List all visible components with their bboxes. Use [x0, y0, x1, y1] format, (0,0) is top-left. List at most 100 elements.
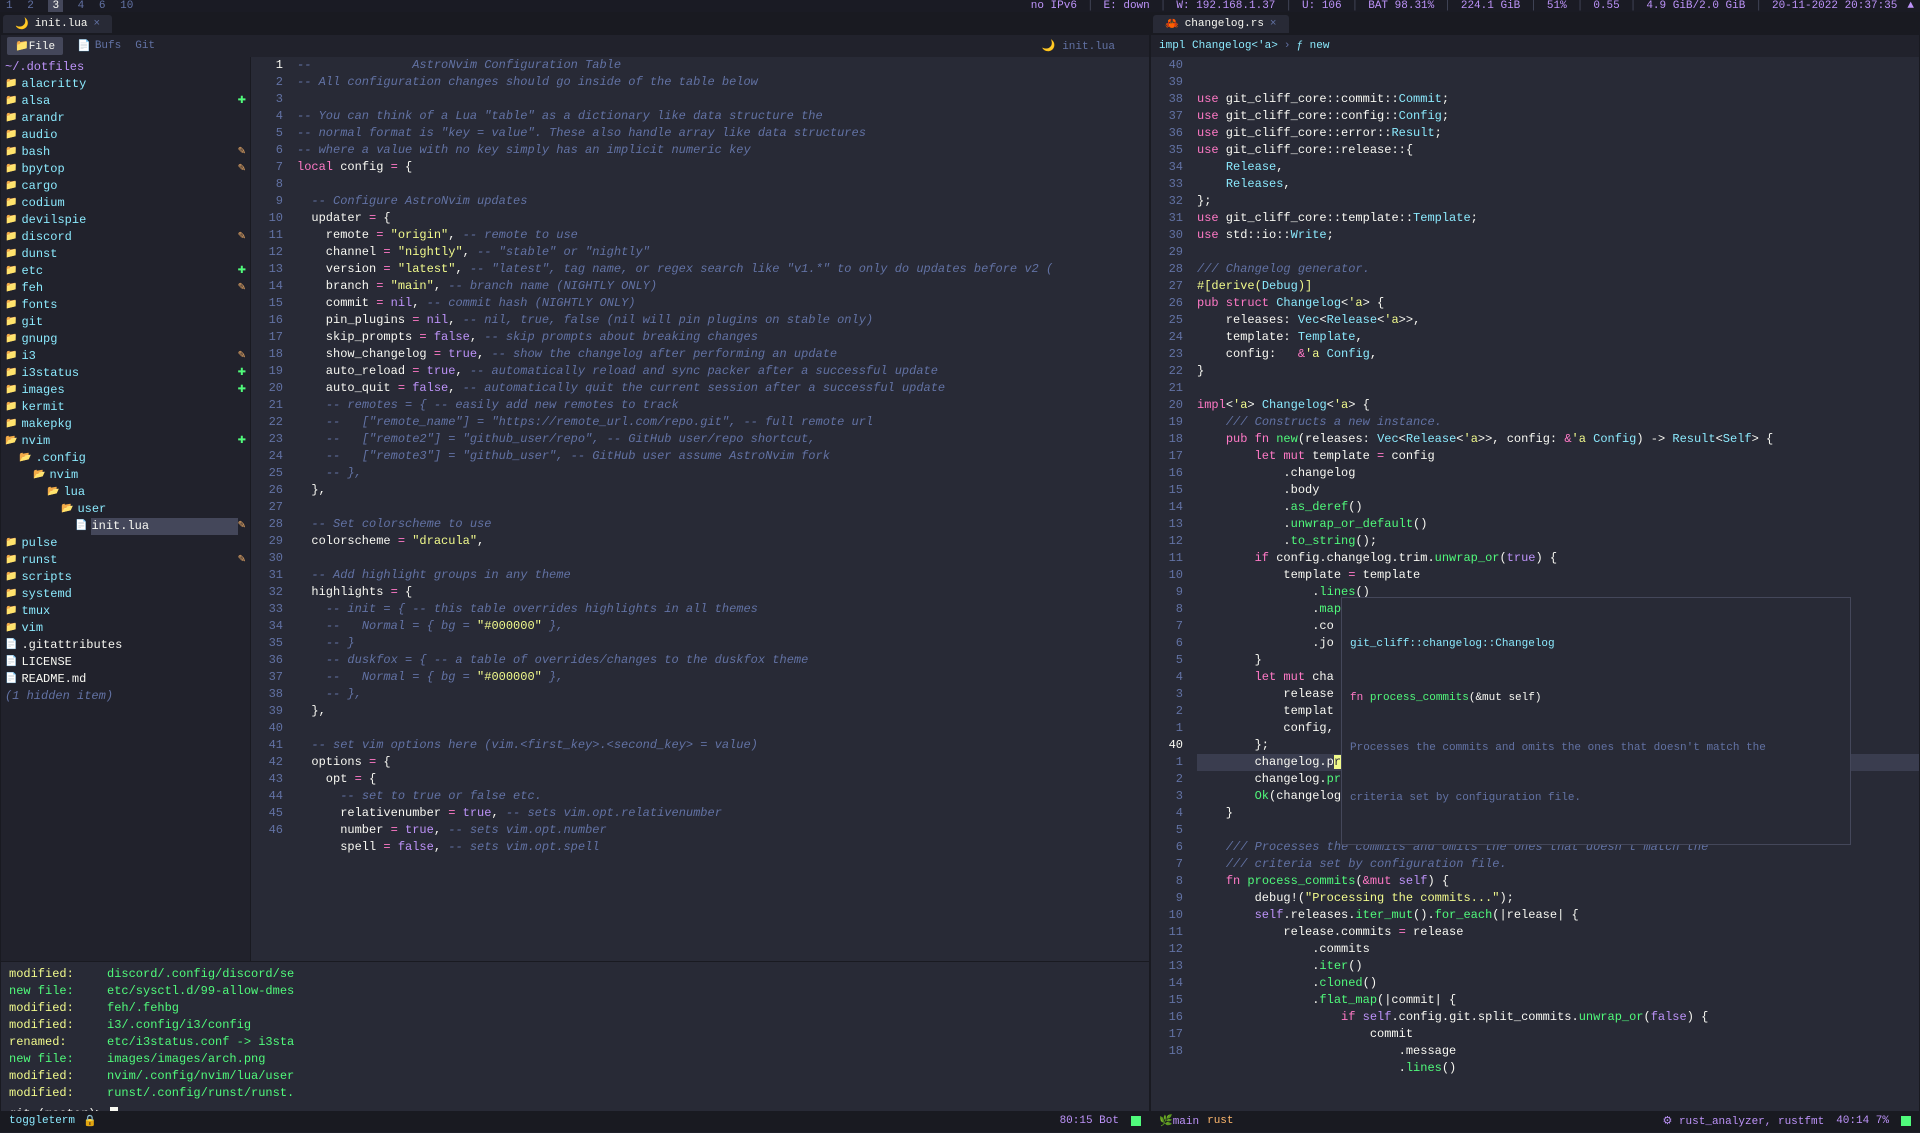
- git-status-line: renamed:etc/i3status.conf -> i3sta: [9, 1034, 1141, 1051]
- tab-bar-right: 🦀 changelog.rs ×: [1151, 13, 1919, 35]
- file-tree[interactable]: ~/.dotfiles 📁alacritty📁alsa✚📁arandr📁audi…: [1, 57, 251, 961]
- tree-item-tmux[interactable]: 📁tmux: [1, 603, 250, 620]
- tree-item-nvim[interactable]: 📂nvim: [1, 467, 250, 484]
- folder-icon: 📁: [5, 331, 17, 348]
- git-mark-icon: ✎: [238, 161, 246, 178]
- tab-bar-left: 🌙 init.lua ×: [1, 13, 1149, 35]
- crumb-fn[interactable]: ƒ new: [1296, 40, 1329, 52]
- tree-item-vim[interactable]: 📁vim: [1, 620, 250, 637]
- folder-icon: 📂: [47, 484, 59, 501]
- tree-item-codium[interactable]: 📁codium: [1, 195, 250, 212]
- tree-item-i3[interactable]: 📁i3✎: [1, 348, 250, 365]
- folder-icon: 📁: [5, 93, 17, 110]
- folder-icon: 📂: [33, 467, 45, 484]
- ws-1[interactable]: 1: [6, 0, 13, 12]
- tree-item-arandr[interactable]: 📁arandr: [1, 110, 250, 127]
- code-area[interactable]: -- AstroNvim Configuration Table-- All c…: [291, 57, 1149, 961]
- ipv6: no IPv6: [1031, 0, 1077, 12]
- close-icon[interactable]: ×: [1270, 18, 1277, 30]
- tree-item-makepkg[interactable]: 📁makepkg: [1, 416, 250, 433]
- tree-item-bpytop[interactable]: 📁bpytop✎: [1, 161, 250, 178]
- tree-item-systemd[interactable]: 📁systemd: [1, 586, 250, 603]
- folder-icon: 📁: [5, 535, 17, 552]
- mode-git[interactable]: Git: [135, 40, 155, 52]
- tree-item-discord[interactable]: 📁discord✎: [1, 229, 250, 246]
- folder-icon: 📁: [5, 263, 17, 280]
- tree-item-devilspie[interactable]: 📁devilspie: [1, 212, 250, 229]
- git-status-line: modified:feh/.fehbg: [9, 1000, 1141, 1017]
- tree-item-git[interactable]: 📁git: [1, 314, 250, 331]
- tree-item-LICENSE[interactable]: 📄LICENSE: [1, 654, 250, 671]
- ws-10[interactable]: 10: [120, 0, 133, 12]
- crumb-impl[interactable]: impl Changelog<'a>: [1159, 40, 1278, 52]
- tree-item-init.lua[interactable]: 📄init.lua✎: [1, 518, 250, 535]
- git-mark-icon: ✚: [238, 433, 246, 450]
- git-mark-icon: ✚: [238, 382, 246, 399]
- ws-2[interactable]: 2: [27, 0, 34, 12]
- tree-item-kermit[interactable]: 📁kermit: [1, 399, 250, 416]
- tree-item-cargo[interactable]: 📁cargo: [1, 178, 250, 195]
- folder-icon: 📂: [5, 433, 17, 450]
- editor-right[interactable]: 4039383736353433323130292827262524232221…: [1151, 57, 1919, 1111]
- tree-item-alacritty[interactable]: 📁alacritty: [1, 76, 250, 93]
- tree-item-feh[interactable]: 📁feh✎: [1, 280, 250, 297]
- tree-item-.gitattributes[interactable]: 📄.gitattributes: [1, 637, 250, 654]
- tree-item-.config[interactable]: 📂.config: [1, 450, 250, 467]
- wifi: W: 192.168.1.37: [1176, 0, 1275, 12]
- folder-icon: 📁: [5, 144, 17, 161]
- git-mark-icon: ✎: [238, 518, 246, 535]
- editor-left[interactable]: 1234567891011121314151617181920212223242…: [251, 57, 1149, 961]
- disk: 224.1 GiB: [1461, 0, 1520, 12]
- ws-4[interactable]: 4: [78, 0, 85, 12]
- tree-item-alsa[interactable]: 📁alsa✚: [1, 93, 250, 110]
- term-name: toggleterm: [9, 1115, 75, 1127]
- tree-item-audio[interactable]: 📁audio: [1, 127, 250, 144]
- tree-item-lua[interactable]: 📂lua: [1, 484, 250, 501]
- folder-icon: 📁: [5, 348, 17, 365]
- tab-changelog-rs[interactable]: 🦀 changelog.rs ×: [1153, 15, 1289, 33]
- tree-item-i3status[interactable]: 📁i3status✚: [1, 365, 250, 382]
- close-icon[interactable]: ×: [94, 18, 101, 30]
- git-mark-icon: ✎: [238, 229, 246, 246]
- ws-6[interactable]: 6: [99, 0, 106, 12]
- lock-icon: 🔒: [83, 1114, 97, 1128]
- ws-3-active[interactable]: 3: [48, 0, 63, 12]
- folder-icon: 📁: [5, 229, 17, 246]
- tree-item-user[interactable]: 📂user: [1, 501, 250, 518]
- mode-bufs[interactable]: 📄Bufs: [77, 39, 121, 53]
- folder-icon: 📁: [5, 620, 17, 637]
- tree-item-README.md[interactable]: 📄README.md: [1, 671, 250, 688]
- lsp-clients: ⚙ rust_analyzer, rustfmt: [1662, 1114, 1824, 1128]
- git-mark-icon: ✎: [238, 348, 246, 365]
- tree-item-pulse[interactable]: 📁pulse: [1, 535, 250, 552]
- tree-item-bash[interactable]: 📁bash✎: [1, 144, 250, 161]
- datetime: 20-11-2022 20:37:35: [1772, 0, 1897, 12]
- tab-init-lua[interactable]: 🌙 init.lua ×: [3, 15, 112, 33]
- load: 0.55: [1593, 0, 1619, 12]
- git-status-line: modified:discord/.config/discord/se: [9, 966, 1141, 983]
- upload: U: 106: [1302, 0, 1342, 12]
- folder-icon: 📁: [5, 586, 17, 603]
- workspace-list: 1 2 3 4 6 10: [6, 0, 141, 12]
- folder-icon: 📁: [5, 552, 17, 569]
- toggleterm[interactable]: modified:discord/.config/discord/senew f…: [1, 961, 1149, 1111]
- tree-item-gnupg[interactable]: 📁gnupg: [1, 331, 250, 348]
- file-icon: 📄: [5, 671, 17, 688]
- tree-item-nvim[interactable]: 📂nvim✚: [1, 433, 250, 450]
- tree-item-fonts[interactable]: 📁fonts: [1, 297, 250, 314]
- tree-item-etc[interactable]: 📁etc✚: [1, 263, 250, 280]
- git-mark-icon: ✎: [238, 144, 246, 161]
- git-status-line: modified:runst/.config/runst/runst.: [9, 1085, 1141, 1102]
- code-area[interactable]: use git_cliff_core::commit::Commit;use g…: [1191, 57, 1919, 1111]
- tray-icon[interactable]: ▲: [1907, 0, 1914, 12]
- mode-file[interactable]: 📁File: [7, 37, 63, 55]
- tree-item-scripts[interactable]: 📁scripts: [1, 569, 250, 586]
- git-mark-icon: ✎: [238, 280, 246, 297]
- tree-item-images[interactable]: 📁images✚: [1, 382, 250, 399]
- filetype: rust: [1207, 1115, 1233, 1127]
- tree-item-runst[interactable]: 📁runst✎: [1, 552, 250, 569]
- git-mark-icon: ✚: [238, 93, 246, 110]
- battery: BAT 98.31%: [1368, 0, 1434, 12]
- statusline-left: toggleterm 🔒 80:15 Bot: [1, 1111, 1149, 1131]
- tree-item-dunst[interactable]: 📁dunst: [1, 246, 250, 263]
